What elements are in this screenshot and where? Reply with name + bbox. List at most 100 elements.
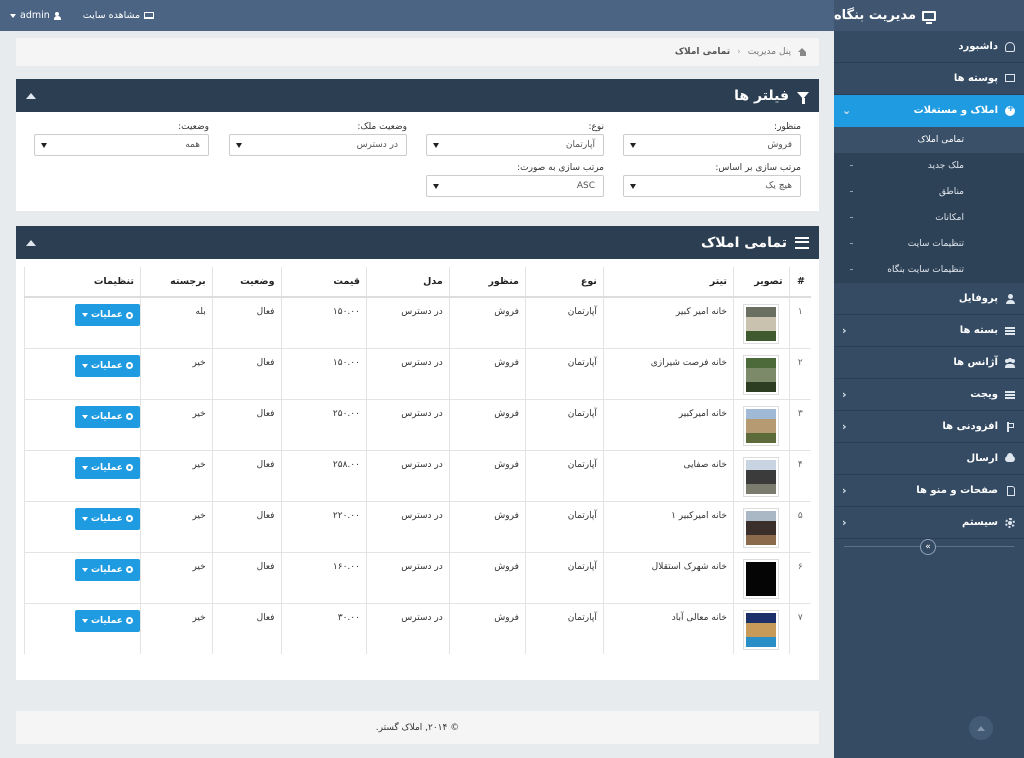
- sidebar-subitem-all-properties[interactable]: تمامی املاک: [834, 127, 1024, 153]
- row-price: ۱۵۰.۰۰: [280, 296, 367, 348]
- sidebar-item-plugins[interactable]: افزودنی ها ‹: [834, 411, 1024, 443]
- sidebar-item-dashboard[interactable]: داشبورد: [834, 31, 1024, 63]
- row-featured: خیر: [139, 449, 213, 501]
- thumbnail: [732, 602, 790, 654]
- sidebar-subitem-regions[interactable]: مناطق: [834, 179, 1024, 205]
- sidebar-item-label: سیستم: [961, 517, 998, 528]
- sidebar-item-send[interactable]: ارسال: [834, 443, 1024, 475]
- column-header[interactable]: قیمت: [280, 267, 367, 298]
- sidebar-subitem-new-property[interactable]: ملک جدید: [834, 153, 1024, 179]
- row-featured: خیر: [139, 551, 213, 603]
- filter-status: وضعیت: همه: [34, 121, 209, 156]
- chevron-left-icon: ‹: [842, 324, 847, 337]
- sidebar-item-themes[interactable]: پوسته ها: [834, 63, 1024, 95]
- sidebar-item-widgets[interactable]: ویجت ‹: [834, 379, 1024, 411]
- column-header[interactable]: تصویر: [732, 267, 790, 298]
- row-title: خانه فرصت شیرازی: [602, 347, 734, 399]
- subitem-label: تنظیمات سایت بنگاه: [887, 265, 964, 275]
- row-number: ۴: [788, 449, 811, 501]
- actions-button[interactable]: عملیات: [75, 405, 140, 428]
- monitor-icon: [1005, 74, 1015, 82]
- type-select[interactable]: آپارتمان: [426, 134, 604, 156]
- property-thumbnail[interactable]: [743, 304, 780, 344]
- sidebar-subitem-agency-settings[interactable]: تنظیمات سایت بنگاه: [834, 257, 1024, 283]
- property-thumbnail[interactable]: [743, 456, 780, 497]
- property-thumbnail[interactable]: [743, 609, 780, 650]
- sidebar-item-pages-menus[interactable]: صفحات و منو ها ‹: [834, 475, 1024, 507]
- row-number: ۲: [788, 347, 811, 399]
- row-actions: عملیات: [24, 296, 141, 348]
- row-title: خانه امیرکبیر: [602, 398, 734, 450]
- filters-panel-header: فیلتر ها: [16, 79, 819, 112]
- sort-order-select[interactable]: ASC: [426, 175, 604, 197]
- breadcrumb-home[interactable]: پنل مدیریت: [748, 47, 791, 57]
- column-header[interactable]: برجسته: [139, 267, 213, 298]
- row-status: فعال: [211, 500, 281, 552]
- column-header[interactable]: منظور: [448, 267, 526, 298]
- footer-copyright: © ۲۰۱۴, املاک گستر.: [375, 722, 460, 733]
- actions-button[interactable]: عملیات: [75, 507, 140, 530]
- list-icon: [795, 236, 809, 249]
- sidebar-subitem-amenities[interactable]: امکانات: [834, 205, 1024, 231]
- column-header[interactable]: تیتر: [602, 267, 734, 298]
- sort-by-select[interactable]: هیچ یک: [623, 175, 801, 197]
- property-thumbnail[interactable]: [743, 507, 780, 548]
- actions-button[interactable]: عملیات: [75, 558, 140, 581]
- filter-sort-order: مرتب سازی به صورت: ASC: [426, 162, 604, 197]
- purpose-select[interactable]: فروش: [623, 134, 801, 156]
- scroll-to-top-button[interactable]: [969, 716, 993, 740]
- sidebar-item-properties[interactable]: املاک و مستغلات ⌄: [834, 95, 1024, 127]
- thumbnail: [732, 296, 790, 348]
- properties-panel: تمامی املاک # تصویر تیتر نوع منظور مدل ق…: [16, 226, 819, 680]
- actions-button[interactable]: عملیات: [75, 609, 140, 632]
- column-header[interactable]: مدل: [365, 267, 450, 298]
- row-title: خانه معالی آباد: [602, 602, 734, 654]
- table-row: ۲ خانه فرصت شیرازی آپارتمان فروش در دسترس ۱۵۰…: [24, 347, 811, 399]
- column-header[interactable]: #: [788, 267, 811, 298]
- user-menu[interactable]: admin: [10, 10, 61, 21]
- sidebar-item-agencies[interactable]: آژانس ها: [834, 347, 1024, 379]
- collapse-up-icon[interactable]: [26, 239, 36, 246]
- subitem-label: مناطق: [939, 187, 964, 197]
- row-price: ۲۲۰.۰۰: [280, 500, 367, 552]
- row-actions: عملیات: [24, 347, 141, 399]
- column-header[interactable]: وضعیت: [211, 267, 281, 298]
- caret-down-icon: [82, 414, 88, 419]
- collapse-up-icon[interactable]: [26, 92, 36, 99]
- property-status-select[interactable]: در دسترس: [229, 134, 407, 156]
- subitem-label: تنظیمات سایت: [907, 239, 964, 249]
- filter-label: وضعیت ملک:: [357, 122, 407, 132]
- property-thumbnail[interactable]: [743, 558, 780, 599]
- gear-icon: [125, 362, 133, 369]
- chevron-left-icon: ‹: [842, 484, 847, 497]
- cloud-icon: [1005, 453, 1015, 462]
- actions-button[interactable]: عملیات: [75, 354, 140, 377]
- property-thumbnail[interactable]: [743, 354, 780, 395]
- row-featured: خیر: [139, 398, 213, 450]
- filters-form: منظور: فروش نوع: آپارتمان وضعیت ملک: در …: [16, 112, 819, 211]
- table-row: ۳ خانه امیرکبیر آپارتمان فروش در دسترس ۲۵۰.۰۰…: [24, 398, 811, 450]
- sidebar-collapse-button[interactable]: »: [920, 539, 936, 555]
- sidebar-item-label: ارسال: [966, 453, 998, 464]
- table-row: ۷ خانه معالی آباد آپارتمان فروش در دسترس ۳۰.۰…: [24, 602, 811, 654]
- monitor-icon: [922, 10, 936, 24]
- brand[interactable]: مدیریت بنگاه: [834, 0, 1024, 31]
- sidebar-subitem-site-settings[interactable]: تنظیمات سایت: [834, 231, 1024, 257]
- bars-icon: [1005, 391, 1015, 399]
- double-chevron-icon: »: [925, 542, 931, 552]
- view-site-link[interactable]: مشاهده سایت: [83, 10, 155, 21]
- actions-button[interactable]: عملیات: [75, 456, 140, 479]
- actions-button[interactable]: عملیات: [75, 304, 140, 326]
- filters-title: فیلتر ها: [734, 87, 789, 104]
- row-price: ۳۰.۰۰: [280, 602, 367, 654]
- sidebar-item-profile[interactable]: پروفایل: [834, 283, 1024, 315]
- sidebar-item-system[interactable]: سیستم ‹: [834, 507, 1024, 539]
- file-icon: [1007, 486, 1015, 496]
- column-header[interactable]: نوع: [524, 267, 604, 298]
- property-thumbnail[interactable]: [743, 405, 780, 446]
- status-select[interactable]: همه: [34, 134, 209, 156]
- chevron-left-icon: ‹: [842, 516, 847, 529]
- sidebar-item-packages[interactable]: بسته ها ‹: [834, 315, 1024, 347]
- sidebar: داشبورد پوسته ها املاک و مستغلات ⌄ تمامی…: [834, 31, 1024, 758]
- gear-icon: [125, 311, 133, 319]
